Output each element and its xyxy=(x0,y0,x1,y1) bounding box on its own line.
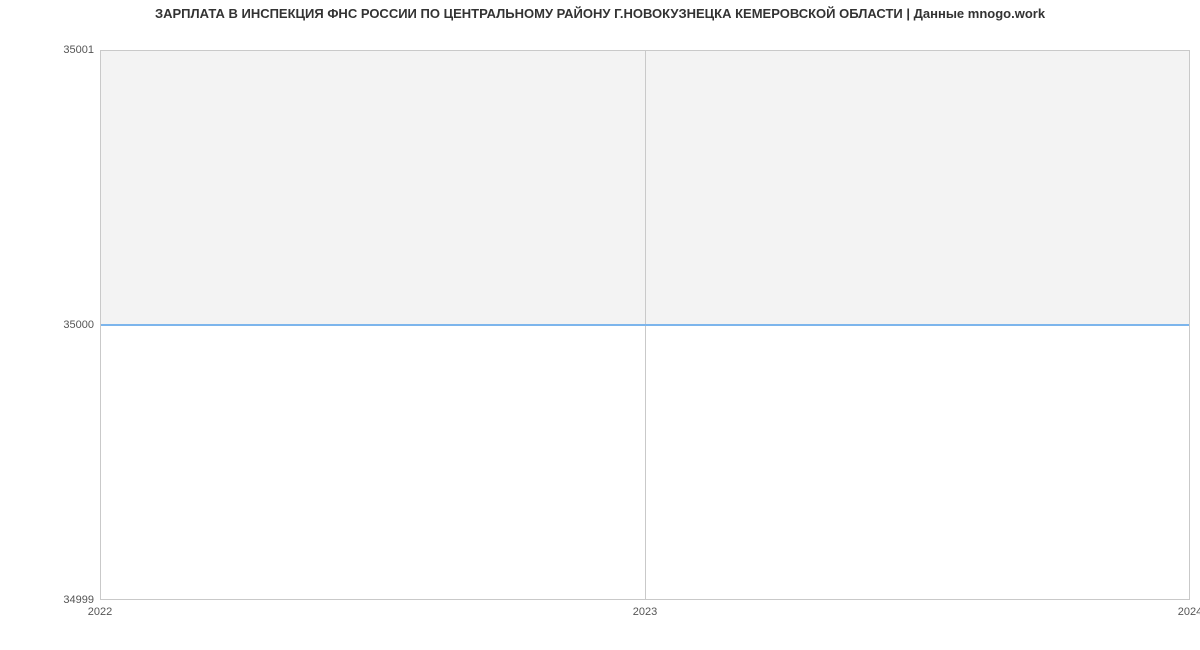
plot-area xyxy=(100,50,1190,600)
chart-title: ЗАРПЛАТА В ИНСПЕКЦИЯ ФНС РОССИИ ПО ЦЕНТР… xyxy=(0,6,1200,21)
y-tick-label: 35000 xyxy=(4,319,94,331)
y-tick-label: 35001 xyxy=(4,44,94,56)
x-tick-label: 2022 xyxy=(88,606,112,618)
x-tick-label: 2024 xyxy=(1178,606,1200,618)
y-tick-label: 34999 xyxy=(4,594,94,606)
chart-container: ЗАРПЛАТА В ИНСПЕКЦИЯ ФНС РОССИИ ПО ЦЕНТР… xyxy=(0,0,1200,650)
data-series-line xyxy=(101,324,1189,326)
x-tick-label: 2023 xyxy=(633,606,657,618)
